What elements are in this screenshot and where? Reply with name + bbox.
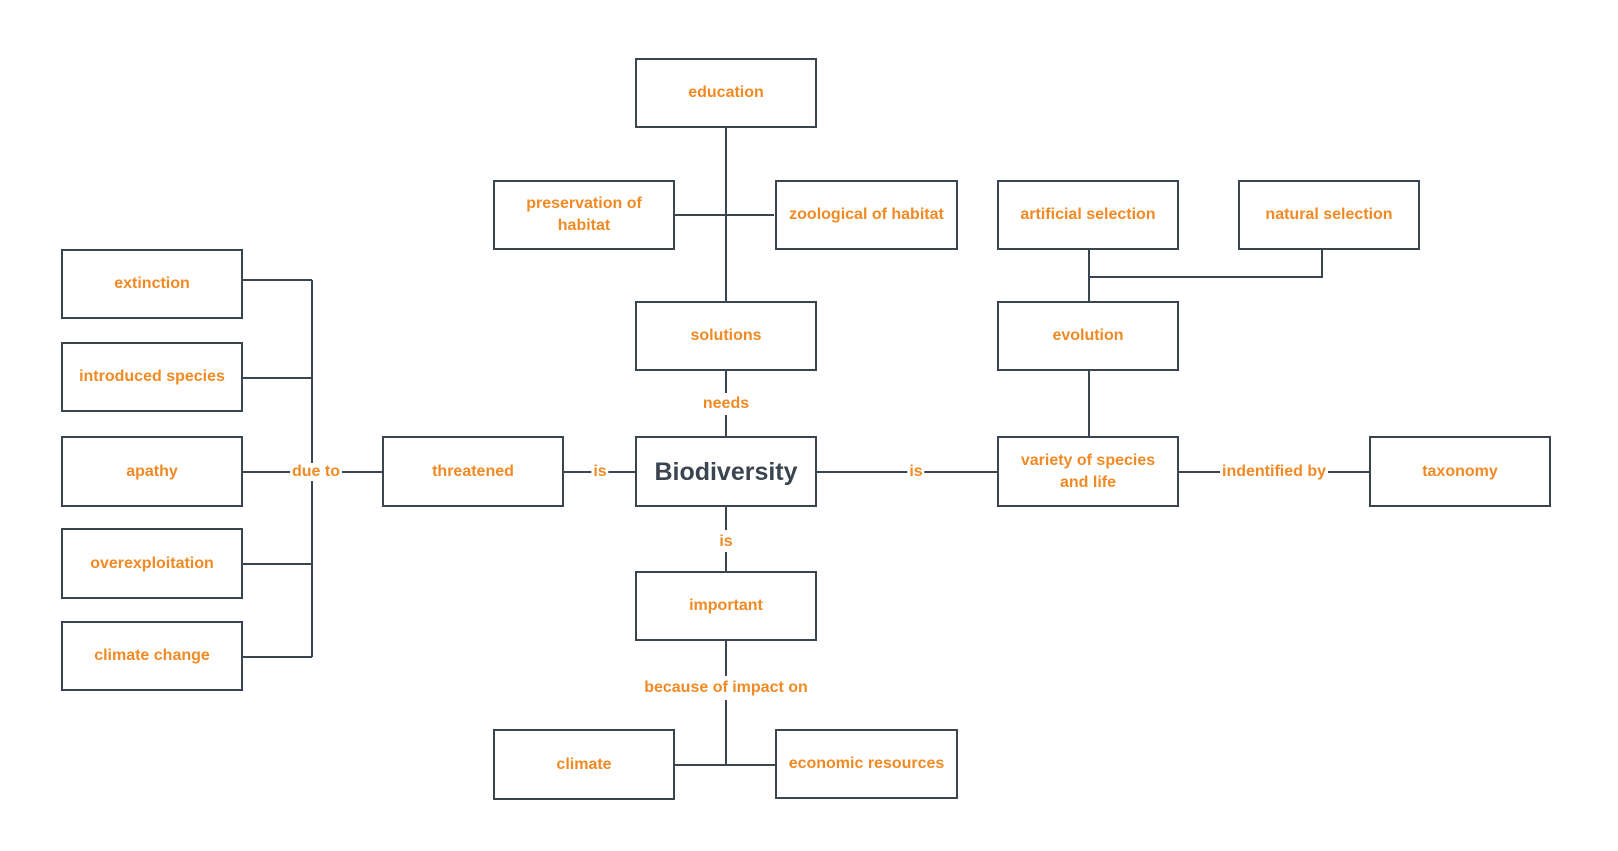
node-artificial-selection[interactable]: artificial selection [997,180,1179,250]
concept-map: education preservation of habitat zoolog… [0,0,1618,851]
edge-label-is-threatened: is [591,463,609,481]
node-label: preservation of habitat [526,195,642,234]
edge-label-because-of-impact-on: because of impact on [642,679,810,697]
node-solutions[interactable]: solutions [635,301,817,371]
node-label: climate change [94,647,210,664]
node-biodiversity[interactable]: Biodiversity [635,436,817,507]
edge-label-due-to: due to [290,463,342,481]
connector-natural-evolution [1089,250,1323,278]
edge-label-identified-by: indentified by [1220,463,1328,481]
node-label: Biodiversity [654,457,798,486]
node-taxonomy[interactable]: taxonomy [1369,436,1551,507]
edge-label-is-variety: is [907,463,925,481]
node-label: threatened [432,462,514,480]
node-climate[interactable]: climate [493,729,675,800]
node-label: artificial selection [1020,206,1156,223]
node-label: solutions [690,327,762,344]
node-label: economic resources [788,755,945,772]
node-label: education [688,84,764,101]
node-introduced-species[interactable]: introduced species [61,342,243,412]
node-education[interactable]: education [635,58,817,128]
node-preservation-of-habitat[interactable]: preservation of habitat [493,180,675,250]
node-apathy[interactable]: apathy [61,436,243,507]
node-climate-change[interactable]: climate change [61,621,243,691]
node-label: important [689,597,763,614]
node-variety-of-species[interactable]: variety of species and life [997,436,1179,507]
node-label: variety of species and life [1020,451,1156,491]
node-economic-resources[interactable]: economic resources [775,729,958,799]
edge-label-needs: needs [700,395,752,413]
node-natural-selection[interactable]: natural selection [1238,180,1420,250]
node-threatened[interactable]: threatened [382,436,564,507]
edge-label-is-important: is [717,533,735,551]
node-important[interactable]: important [635,571,817,641]
node-evolution[interactable]: evolution [997,301,1179,371]
node-label: zoological of habitat [789,206,944,223]
node-label: overexploitation [90,554,214,572]
node-label: extinction [114,275,190,292]
node-label: evolution [1052,327,1124,344]
node-label: taxonomy [1422,462,1498,480]
node-extinction[interactable]: extinction [61,249,243,319]
node-zoological-of-habitat[interactable]: zoological of habitat [775,180,958,250]
node-label: natural selection [1265,206,1393,223]
node-label: apathy [126,462,178,480]
node-overexploitation[interactable]: overexploitation [61,528,243,599]
node-label: introduced species [79,368,225,385]
node-label: climate [556,755,612,773]
